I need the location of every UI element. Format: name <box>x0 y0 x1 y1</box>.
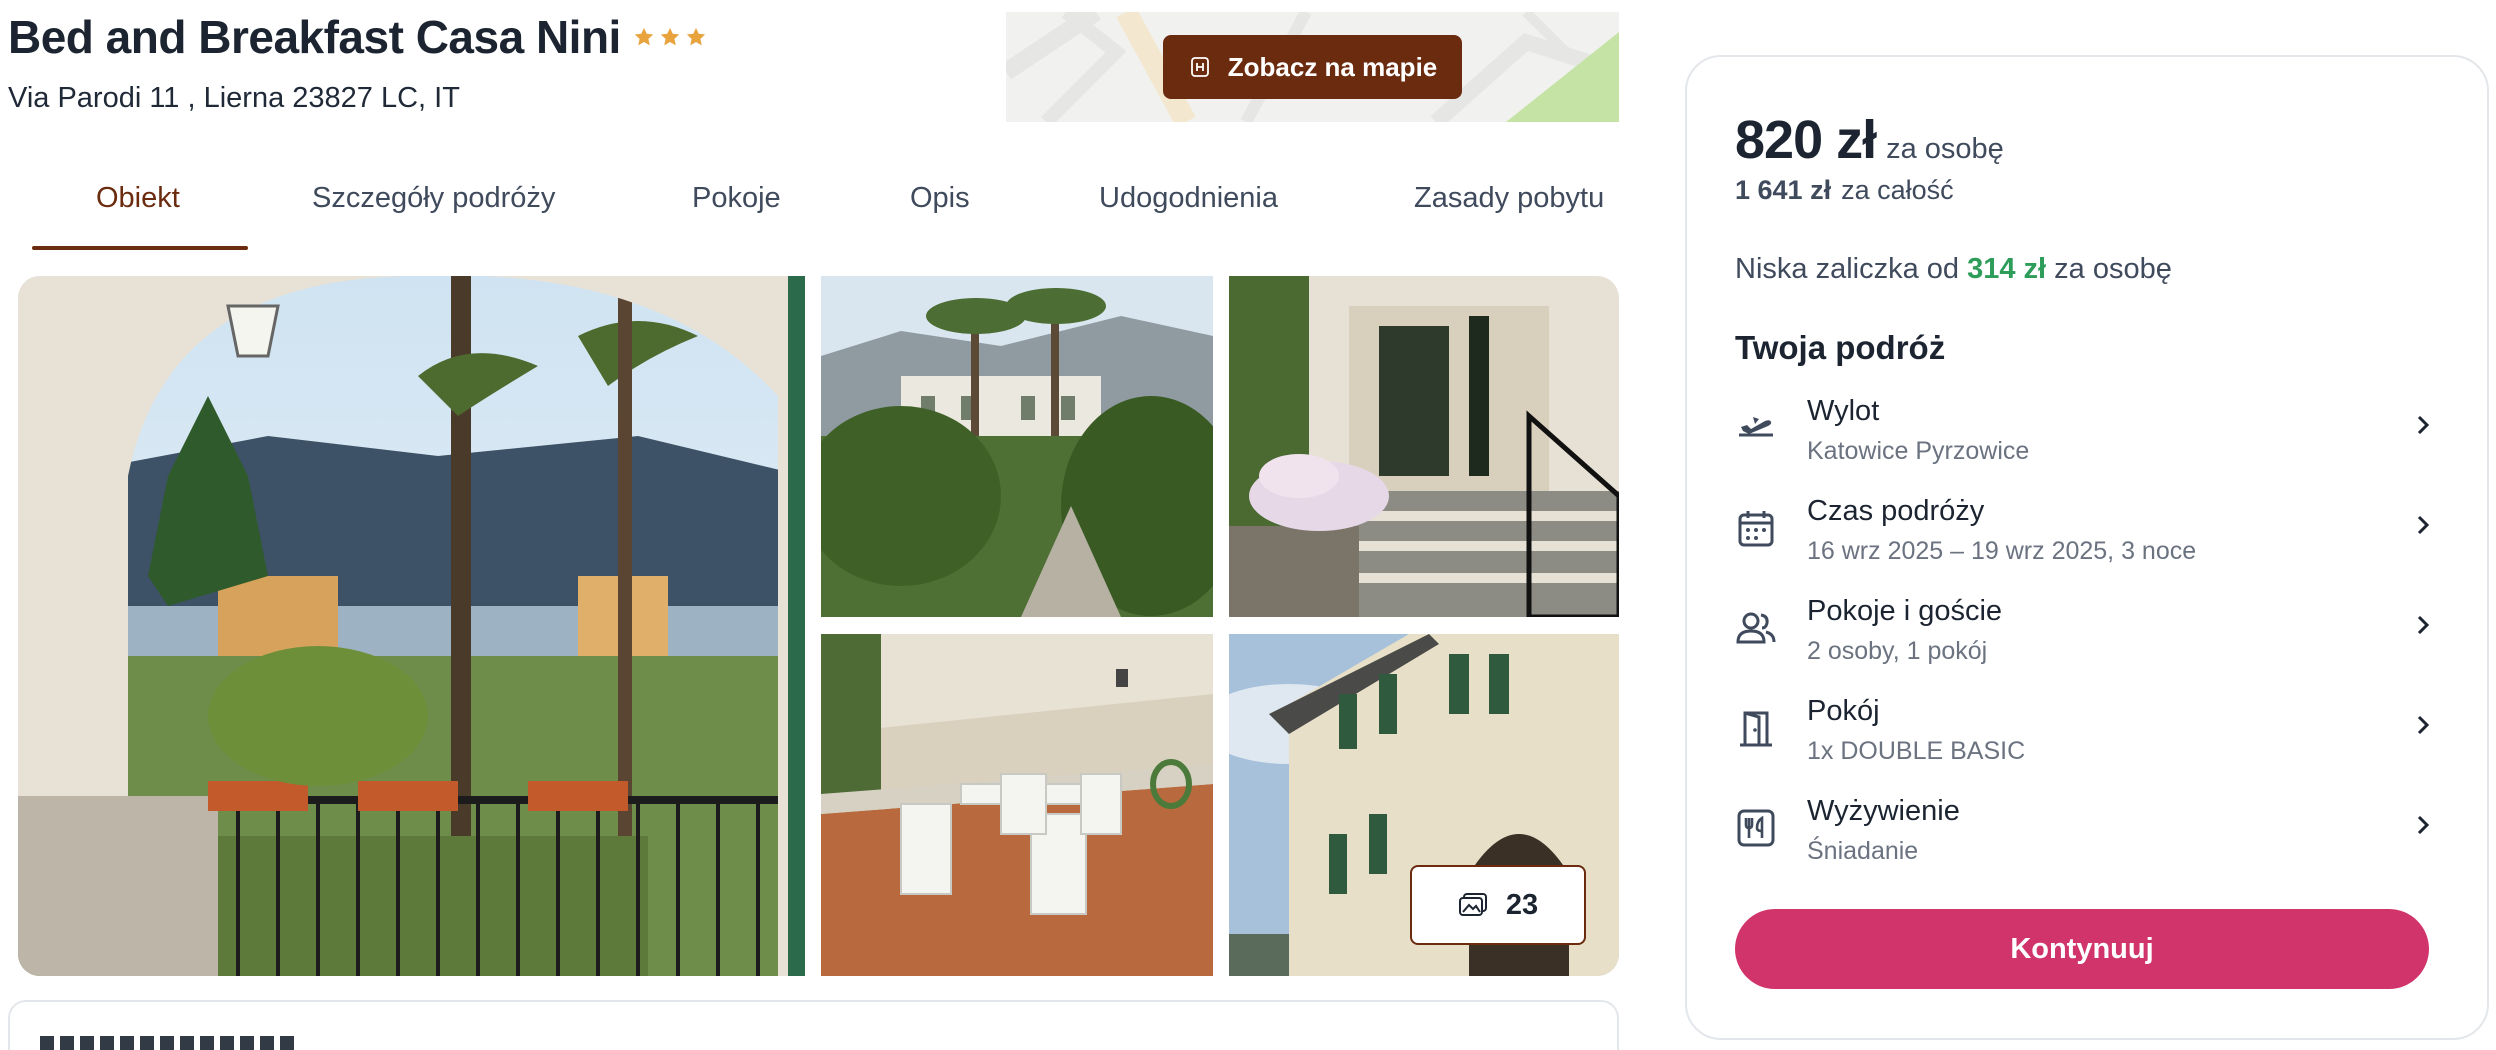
trip-item-label: Wyżywienie <box>1807 795 1960 827</box>
trip-item-value: 2 osoby, 1 pokój <box>1807 637 1988 665</box>
trip-item-board[interactable]: Wyżywienie Śniadanie <box>1735 795 2435 875</box>
trip-item-value: Katowice Pyrzowice <box>1807 437 2030 465</box>
trip-item-rooms-guests[interactable]: Pokoje i goście 2 osoby, 1 pokój <box>1735 595 2435 675</box>
trip-item-room[interactable]: Pokój 1x DOUBLE BASIC <box>1735 695 2435 775</box>
active-tab-indicator <box>32 246 248 250</box>
tab-amenities[interactable]: Udogodnienia <box>1099 182 1278 215</box>
show-on-map-label: Zobacz na mapie <box>1227 51 1438 82</box>
price-per-label: za osobę <box>1886 133 2004 165</box>
star-icon <box>660 27 679 46</box>
price-value: 820 zł <box>1735 110 1877 170</box>
rating-card-content-cut-off <box>40 1036 300 1050</box>
trip-item-label: Czas podróży <box>1807 495 1985 527</box>
hotel-icon <box>1190 57 1209 77</box>
trip-item-value: 1x DOUBLE BASIC <box>1807 737 2026 765</box>
price-total: 1 641 zł za całość <box>1735 175 1954 206</box>
hotel-address: Via Parodi 11 , Lierna 23827 LC, IT <box>8 82 460 114</box>
deposit-info: Niska zaliczka od 314 zł za osobę <box>1735 253 2172 286</box>
gallery-photo-3[interactable] <box>1229 276 1619 617</box>
gallery-photo-2[interactable] <box>821 276 1213 617</box>
tab-house-rules[interactable]: Zasady pobytu <box>1414 182 1604 215</box>
chevron-right-icon <box>2417 815 2430 835</box>
cutlery-icon <box>1735 807 1777 849</box>
door-icon <box>1735 707 1777 749</box>
price-total-label: za całość <box>1841 175 1954 205</box>
show-on-map-button[interactable]: Zobacz na mapie <box>1163 35 1462 99</box>
hotel-title: Bed and Breakfast Casa Nini <box>8 10 707 64</box>
trip-item-label: Pokój <box>1807 695 1880 727</box>
trip-item-value: Śniadanie <box>1807 837 1919 865</box>
chevron-right-icon <box>2417 415 2430 435</box>
trip-item-label: Pokoje i goście <box>1807 595 2003 627</box>
photo-image <box>1229 276 1619 617</box>
star-icon <box>634 27 653 46</box>
chevron-right-icon <box>2417 615 2430 635</box>
deposit-suffix: za osobę <box>2054 253 2172 285</box>
trip-item-dates[interactable]: Czas podróży 16 wrz 2025 – 19 wrz 2025, … <box>1735 495 2435 575</box>
tab-trip-details[interactable]: Szczegóły podróży <box>312 182 555 215</box>
trip-item-label: Wylot <box>1807 395 1880 427</box>
booking-summary-card: 820 zł za osobę 1 641 zł za całość Niska… <box>1685 55 2489 1040</box>
star-icon <box>686 27 705 46</box>
trip-item-value: 16 wrz 2025 – 19 wrz 2025, 3 noce <box>1807 537 2197 565</box>
gallery-photo-4[interactable] <box>821 634 1213 976</box>
tab-rooms[interactable]: Pokoje <box>692 182 781 215</box>
main-photo[interactable] <box>18 276 805 976</box>
price-total-value: 1 641 zł <box>1735 175 1832 205</box>
chevron-right-icon <box>2417 715 2430 735</box>
property-tabs: Obiekt Szczegóły podróży Pokoje Opis Udo… <box>0 170 1640 252</box>
trip-item-departure[interactable]: Wylot Katowice Pyrzowice <box>1735 395 2435 475</box>
rating-card <box>8 1000 1619 1050</box>
tab-obiekt[interactable]: Obiekt <box>96 182 180 215</box>
photo-image <box>821 276 1213 617</box>
photo-count-button[interactable]: 23 <box>1410 865 1586 945</box>
guests-icon <box>1735 607 1777 649</box>
deposit-prefix: Niska zaliczka od <box>1735 253 1960 285</box>
photos-icon <box>1458 893 1487 916</box>
plane-departure-icon <box>1735 407 1777 449</box>
photo-image <box>821 634 1213 976</box>
price-per-person: 820 zł za osobę <box>1735 109 2004 171</box>
photo-count-value: 23 <box>1505 888 1539 921</box>
continue-button[interactable]: Kontynuuj <box>1735 909 2429 989</box>
photo-gallery <box>18 276 1619 976</box>
deposit-amount: 314 zł <box>1967 253 2047 285</box>
star-rating <box>633 26 707 48</box>
calendar-icon <box>1735 507 1777 549</box>
tab-description[interactable]: Opis <box>910 182 970 215</box>
hotel-name: Bed and Breakfast Casa Nini <box>8 11 621 63</box>
chevron-right-icon <box>2417 515 2430 535</box>
trip-section-title: Twoja podróż <box>1735 329 1946 366</box>
photo-image <box>18 276 805 976</box>
